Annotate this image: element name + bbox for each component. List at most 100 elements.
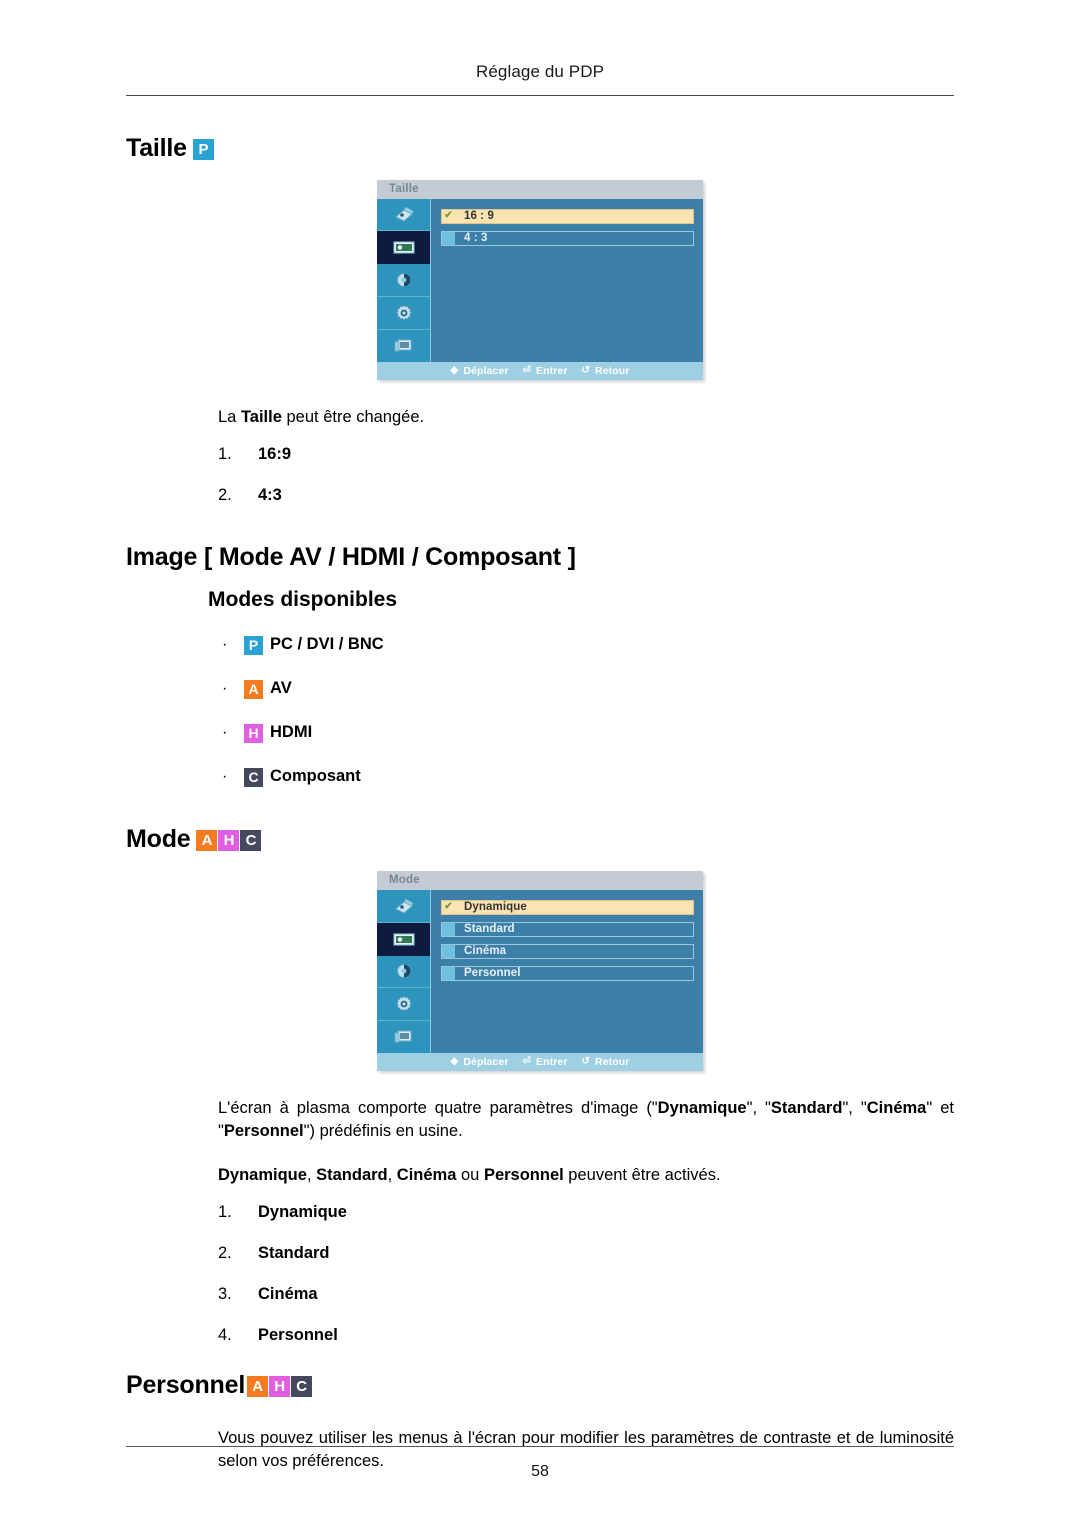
sound-icon[interactable]: [377, 956, 430, 989]
row-marker-icon: [442, 966, 455, 980]
osd-taille-content: ✔ 16 : 9 4 : 3: [431, 199, 703, 362]
taille-list-0-num: 1.: [218, 444, 232, 463]
enter-icon: ⏎: [522, 1055, 531, 1067]
document-page: Réglage du PDP Taille P Taille ✔ 16: 9 …: [0, 0, 1080, 1527]
osd-footer-return[interactable]: ↺ Retour: [582, 1056, 630, 1068]
mode-p2-s2: ,: [387, 1165, 397, 1184]
image-modes-body: · P PC / DVI / BNC · A AV · H HDMI · C C…: [218, 634, 954, 788]
mode-list: 1. Dynamique 2. Standard 3. Cinéma 4. Pe…: [218, 1203, 954, 1345]
osd-mode-row-1[interactable]: Standard: [441, 921, 694, 937]
osd-mode-footer: ◆ Déplacer ⏎ Entrer ↺ Retour: [377, 1052, 703, 1071]
osd-mode-body: ✔ Dynamique Standard Cinéma Personnel: [377, 889, 703, 1053]
taille-list-0-text: 16:9: [258, 444, 292, 463]
move-icon: ◆: [450, 1055, 459, 1067]
osd-footer-enter[interactable]: ⏎ Entrer: [523, 1056, 568, 1068]
multi-control-icon[interactable]: [377, 330, 430, 362]
row-marker-icon: [442, 944, 455, 958]
osd-footer-return[interactable]: ↺ Retour: [582, 365, 630, 377]
bullet-dot-icon: ·: [222, 723, 228, 741]
mode-list-2-text: Cinéma: [258, 1285, 318, 1304]
badge-h-icon: H: [244, 722, 263, 744]
badge-h-icon: H: [218, 830, 240, 852]
setup-icon[interactable]: [377, 297, 430, 330]
section-heading-personnel-label: Personnel: [126, 1371, 246, 1400]
list-item: 3. Cinéma: [218, 1285, 954, 1304]
osd-taille-row-0[interactable]: ✔ 16 : 9: [441, 208, 694, 224]
mode-list-3-num: 4.: [218, 1326, 232, 1345]
sound-icon[interactable]: [377, 264, 430, 297]
badge-p-letter: P: [244, 636, 263, 656]
mode-label-av: AV: [270, 679, 292, 698]
row-marker-icon: [442, 922, 455, 936]
input-source-icon[interactable]: [377, 890, 430, 923]
picture-icon[interactable]: [377, 231, 430, 265]
osd-mode-row-0[interactable]: ✔ Dynamique: [441, 899, 694, 915]
osd-footer-move[interactable]: ◆ Déplacer: [451, 1056, 509, 1068]
mode-body: L'écran à plasma comporte quatre paramèt…: [218, 1097, 954, 1345]
mode-p1-a: L'écran à plasma comporte quatre paramèt…: [218, 1098, 658, 1117]
subheading-modes-disponibles: Modes disponibles: [208, 588, 398, 612]
badge-c-icon: C: [244, 766, 263, 788]
list-item: · P PC / DVI / BNC: [218, 634, 954, 656]
bullet-dot-icon: ·: [222, 767, 228, 785]
badge-h-letter: H: [244, 724, 263, 744]
osd-mode-titlebar: Mode: [377, 870, 703, 890]
list-item: 1. 16:9: [218, 445, 954, 464]
badge-p-icon: P: [244, 634, 263, 656]
osd-mode-content: ✔ Dynamique Standard Cinéma Personnel: [431, 890, 703, 1053]
mode-paragraph-1: L'écran à plasma comporte quatre paramèt…: [218, 1097, 954, 1144]
multi-control-icon[interactable]: [377, 1021, 430, 1053]
picture-icon[interactable]: [377, 922, 430, 956]
mode-p1-c: ", ": [746, 1098, 771, 1117]
badge-h-icon: H: [269, 1376, 291, 1398]
osd-footer-enter[interactable]: ⏎ Entrer: [523, 365, 568, 377]
mode-p1-b2: Standard: [770, 1098, 843, 1117]
mode-p2-b4: Personnel: [483, 1165, 564, 1184]
section-heading-taille-label: Taille: [126, 134, 187, 162]
section-heading-mode: Mode A H C: [126, 825, 954, 855]
section-heading-personnel: Personnel A H C: [126, 1371, 954, 1401]
mode-heading-badges: AHC: [196, 825, 262, 855]
osd-mode-row-2[interactable]: Cinéma: [441, 943, 694, 959]
mode-p1-b3: Cinéma: [866, 1098, 927, 1117]
mode-p2-b1: Dynamique: [218, 1165, 307, 1184]
checkmark-icon: ✔: [442, 209, 455, 223]
badge-c-icon: C: [291, 1376, 313, 1398]
mode-list-0-text: Dynamique: [258, 1203, 347, 1222]
osd-mode: Mode ✔ Dynamique Standard Cinéma Personn…: [377, 870, 703, 1071]
osd-footer-move[interactable]: ◆ Déplacer: [451, 365, 509, 377]
taille-intro-bold: Taille: [240, 407, 282, 426]
mode-p2-s1: ,: [306, 1165, 317, 1184]
section-heading-image: Image [ Mode AV / HDMI / Composant ]: [126, 543, 954, 573]
page-number: 58: [531, 1463, 549, 1480]
setup-icon[interactable]: [377, 988, 430, 1022]
mode-list-2-num: 3.: [218, 1285, 232, 1304]
list-item: 1. Dynamique: [218, 1203, 954, 1222]
mode-p1-f: ") prédéfinis en usine.: [303, 1122, 463, 1141]
mode-p2-s4: peuvent être activés.: [563, 1165, 721, 1184]
badge-a-icon: A: [196, 830, 218, 852]
osd-mode-row-3[interactable]: Personnel: [441, 965, 694, 981]
list-item: · A AV: [218, 678, 954, 700]
mode-p1-b1: Dynamique: [657, 1098, 747, 1117]
osd-taille-titlebar: Taille: [377, 179, 703, 199]
osd-taille-wrapper: Taille ✔ 16: 9 4: 3 ◆ Déplacer ⏎ Entre…: [126, 179, 954, 380]
osd-taille-footer: ◆ Déplacer ⏎ Entrer ↺ Retour: [377, 361, 703, 380]
bullet-dot-icon: ·: [222, 635, 228, 653]
move-icon: ◆: [450, 364, 459, 376]
input-source-icon[interactable]: [377, 199, 430, 232]
mode-list-3-text: Personnel: [258, 1326, 338, 1345]
modes-bullet-list: · P PC / DVI / BNC · A AV · H HDMI · C C…: [218, 634, 954, 788]
osd-taille-row-1[interactable]: 4 : 3: [441, 230, 694, 246]
osd-taille: Taille ✔ 16: 9 4: 3 ◆ Déplacer ⏎ Entre…: [377, 179, 703, 380]
personnel-heading-badges: AHC: [247, 1371, 313, 1401]
list-item: · H HDMI: [218, 722, 954, 744]
header-divider: [126, 95, 954, 96]
osd-taille-row-1-label: 4 : 3: [464, 232, 488, 244]
badge-p-icon: P: [192, 139, 214, 160]
badge-a-icon: A: [244, 678, 263, 700]
enter-icon: ⏎: [522, 364, 531, 376]
running-header-title: Réglage du PDP: [475, 62, 605, 81]
osd-footer-move-label: Déplacer: [463, 364, 509, 377]
mode-list-1-text: Standard: [258, 1244, 330, 1263]
